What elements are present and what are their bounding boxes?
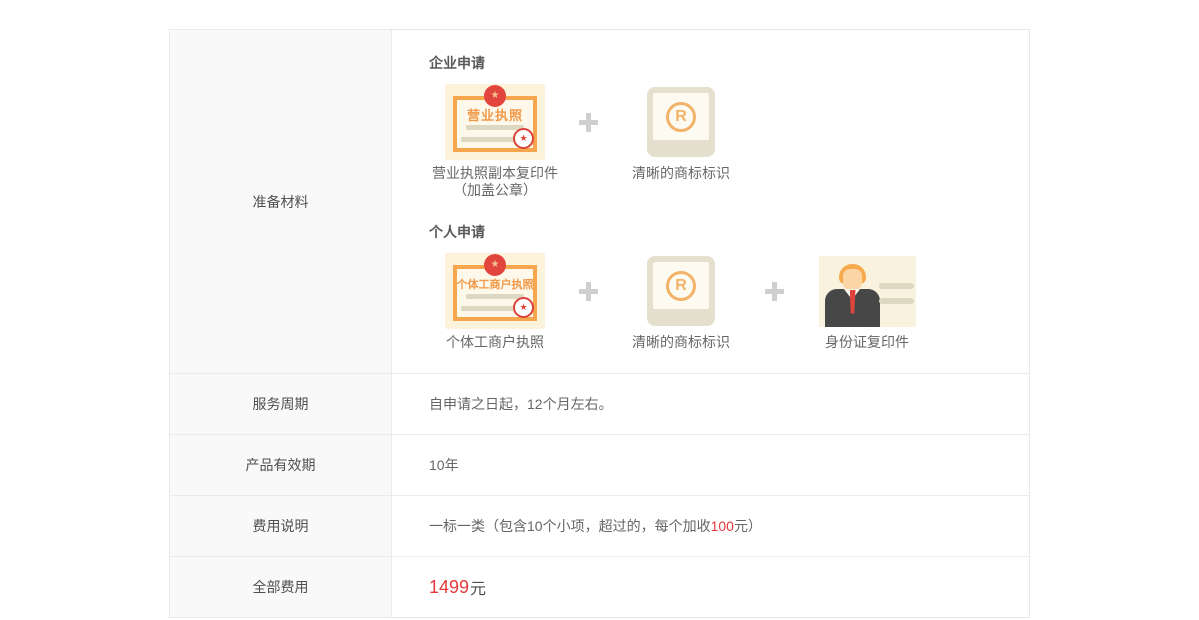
material-item-label: 个体工商户执照 [446,334,544,351]
material-item-label: 清晰的商标标识 [632,334,730,351]
national-emblem-icon: ★ [484,254,506,276]
row-label-materials: 准备材料 [170,30,392,373]
row-label-fee-note: 费用说明 [170,496,392,556]
material-item-label: 身份证复印件 [825,334,909,351]
material-item-label: 营业执照副本复印件 （加盖公章） [432,165,558,199]
business-license-icon: ★ 个体工商户执照 ★ [445,253,545,329]
table-row-validity: 产品有效期 10年 [170,435,1029,496]
trademark-r-icon: R [647,256,715,326]
plus-icon [576,84,600,160]
plus-icon [762,253,786,329]
id-card-icon [819,256,916,327]
materials-items-row: ★ 个体工商户执照 ★ 个体工商户执照 [429,253,1029,351]
plus-icon [576,253,600,329]
table-row-fee-note: 费用说明 一标一类（包含10个小项，超过的，每个加收100元） [170,496,1029,557]
license-text-line [466,125,524,130]
service-period-value: 自申请之日起，12个月左右。 [392,374,1029,434]
id-card-text-line [879,283,914,289]
product-spec-table: 准备材料 企业申请 ★ 营业执照 ★ [169,29,1030,618]
registered-r-glyph: R [666,102,696,132]
table-row-total-price: 全部费用 1499元 [170,557,1029,617]
total-price-value: 1499元 [392,557,1029,617]
red-seal-icon: ★ [513,297,534,318]
material-item-trademark: R 清晰的商标标识 [615,253,747,351]
person-face [843,269,862,290]
validity-value: 10年 [392,435,1029,495]
material-item-id-card: 身份证复印件 [801,253,933,351]
price-unit: 元 [470,575,486,599]
row-label-validity: 产品有效期 [170,435,392,495]
registered-r-glyph: R [666,271,696,301]
fee-surcharge-amount: 100 [711,518,734,534]
national-emblem-icon: ★ [484,85,506,107]
materials-section-enterprise: 企业申请 ★ 营业执照 ★ [429,54,1029,199]
section-title-enterprise: 企业申请 [429,54,1029,72]
material-item-label: 清晰的商标标识 [632,165,730,182]
materials-section-individual: 个人申请 ★ 个体工商户执照 ★ [429,223,1029,351]
license-text-line [466,294,524,299]
id-card-text-line [879,298,914,304]
trademark-r-icon: R [647,87,715,157]
row-label-service-period: 服务周期 [170,374,392,434]
material-item-business-license: ★ 营业执照 ★ 营业执照副本复印件 （加盖公章） [429,84,561,199]
license-title-text: 个体工商户执照 [445,276,545,292]
license-title-text: 营业执照 [445,105,545,124]
row-label-total-price: 全部费用 [170,557,392,617]
materials-content: 企业申请 ★ 营业执照 ★ [392,30,1029,373]
material-item-trademark: R 清晰的商标标识 [615,84,747,182]
fee-note-value: 一标一类（包含10个小项，超过的，每个加收100元） [392,496,1029,556]
table-row-materials: 准备材料 企业申请 ★ 营业执照 ★ [170,30,1029,374]
business-license-icon: ★ 营业执照 ★ [445,84,545,160]
price-amount: 1499 [429,577,469,598]
material-item-business-license: ★ 个体工商户执照 ★ 个体工商户执照 [429,253,561,351]
table-row-service-period: 服务周期 自申请之日起，12个月左右。 [170,374,1029,435]
materials-items-row: ★ 营业执照 ★ 营业执照副本复印件 （加盖公章） [429,84,1029,199]
section-title-individual: 个人申请 [429,223,1029,241]
red-seal-icon: ★ [513,128,534,149]
